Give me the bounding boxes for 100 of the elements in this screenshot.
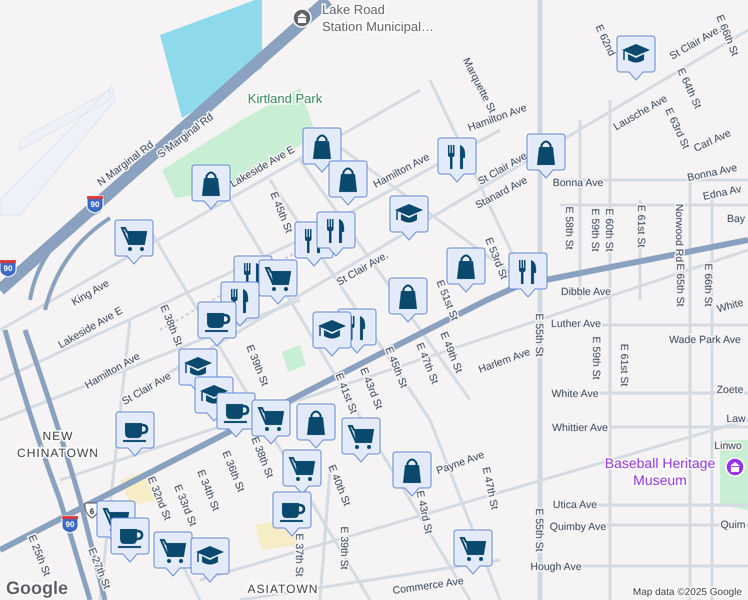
street-label: E 45th St [267,190,295,235]
map-marker[interactable] [252,400,290,444]
street-label: Hough Ave [530,561,582,573]
shopping-cart-icon [347,425,374,449]
map-marker[interactable] [302,128,342,172]
street-label: E 58th St [563,206,575,250]
shopping-bag-icon [457,254,475,279]
street-label: Whittier Ave [552,422,608,434]
coffee-cup-icon [224,404,250,423]
street-label: E 43rd St [357,366,385,411]
map-marker[interactable] [328,160,368,206]
coffee-cup-icon [205,313,230,332]
map-marker[interactable] [258,260,298,304]
coffee-cup-icon [123,423,148,442]
shopping-cart-icon [120,227,148,251]
street-label: Bonna Ave [552,177,604,189]
google-logo: Google [6,578,68,598]
street-label: E 36th St [219,449,247,494]
coffee-cup-icon [280,503,306,522]
map-marker[interactable] [192,164,230,210]
street-label: E 39th St [243,343,271,388]
street-label: E 51st St [434,278,461,322]
street-label: Edna Av [702,183,742,203]
map-marker[interactable] [116,412,154,456]
street-label: E 60th St [603,208,615,252]
map-marker[interactable] [316,212,356,256]
shopping-cart-icon [264,267,292,291]
street-label: Law [726,413,746,425]
shopping-bag-icon [307,410,325,435]
street-label: E 27th St [85,546,113,591]
street-label: Luther Ave [551,318,601,330]
street-label: E 65th St [674,263,686,307]
map-marker[interactable] [296,404,336,448]
fork-knife-icon [327,219,344,243]
street-label: E 25th St [25,533,53,578]
street-label: St Clair Ave. [334,249,390,288]
map-marker[interactable] [526,134,566,178]
street-label: Carl Ave [692,127,733,155]
coffee-cup-icon [118,529,144,548]
museum-label: Baseball Heritage Museum [604,455,716,488]
street-label: E 38th St [157,303,185,348]
street-label: White Ave [551,388,599,400]
street-label: Wade Park Ave [669,334,741,346]
graduation-cap-icon [395,204,423,222]
map-marker[interactable] [342,418,380,462]
map-marker[interactable] [508,252,548,298]
map-marker[interactable] [438,138,476,182]
graduation-cap-icon [184,357,212,376]
map-marker[interactable] [114,220,154,264]
highway-number: 90 [4,264,12,273]
street-label: E 53rd St [482,236,510,281]
highway-number: 90 [90,200,100,209]
street-label: Bay [726,213,746,225]
map-marker[interactable] [282,450,322,494]
shopping-bag-icon [537,140,555,165]
map-marker[interactable] [390,196,428,240]
street-label: Norwood Rd [673,204,685,262]
map-marker[interactable] [616,36,656,80]
fork-knife-icon [519,260,536,284]
map-marker[interactable] [312,312,352,356]
shopping-cart-icon [459,537,486,561]
map-marker[interactable] [198,302,236,346]
street-label: Quimby Ave [550,521,606,533]
museum-pin-icon[interactable] [725,457,745,477]
park-label: Kirtland Park [248,91,322,106]
street-label: E 32nd St [144,474,174,522]
shopping-bag-icon [403,458,421,483]
shopping-bag-icon [339,168,357,192]
map-marker[interactable] [392,452,432,496]
street-label: E 61st St [635,204,647,248]
fork-knife-icon [448,145,466,169]
street-label: E 45th St [382,345,410,390]
street-label: E 41st St [332,371,360,416]
street-label: E 37th St [293,533,305,577]
shopping-cart-icon [288,457,316,481]
highway-number: 90 [66,520,74,529]
street-label: E 38th St [248,435,276,480]
street-label: E 62nd [592,22,618,58]
street-label: King Ave [70,277,112,308]
street-label: E 40th St [325,463,353,508]
street-label: E 61st St [618,344,630,386]
map-marker[interactable] [454,530,492,574]
street-label: Quim [720,519,746,531]
map-marker[interactable] [154,532,192,576]
map-marker[interactable] [110,518,150,562]
street-label: E 59th St [590,336,602,380]
street-label: E 55th St [533,508,545,552]
map-marker[interactable] [388,278,428,322]
street-label: E 59th St [589,208,601,252]
graduation-cap-icon [318,320,346,338]
map-marker[interactable] [190,538,230,582]
street-label: E 55th St [533,313,545,357]
street-label: Zoete [716,384,744,396]
street-label: White [716,296,745,316]
street-label: St Clair Ave [120,370,174,408]
shopping-cart-icon [159,539,186,563]
street-label: Dibble Ave [561,286,611,298]
street-label: E 43rd St [414,490,434,535]
graduation-cap-icon [622,44,650,62]
shopping-bag-icon [202,172,220,196]
